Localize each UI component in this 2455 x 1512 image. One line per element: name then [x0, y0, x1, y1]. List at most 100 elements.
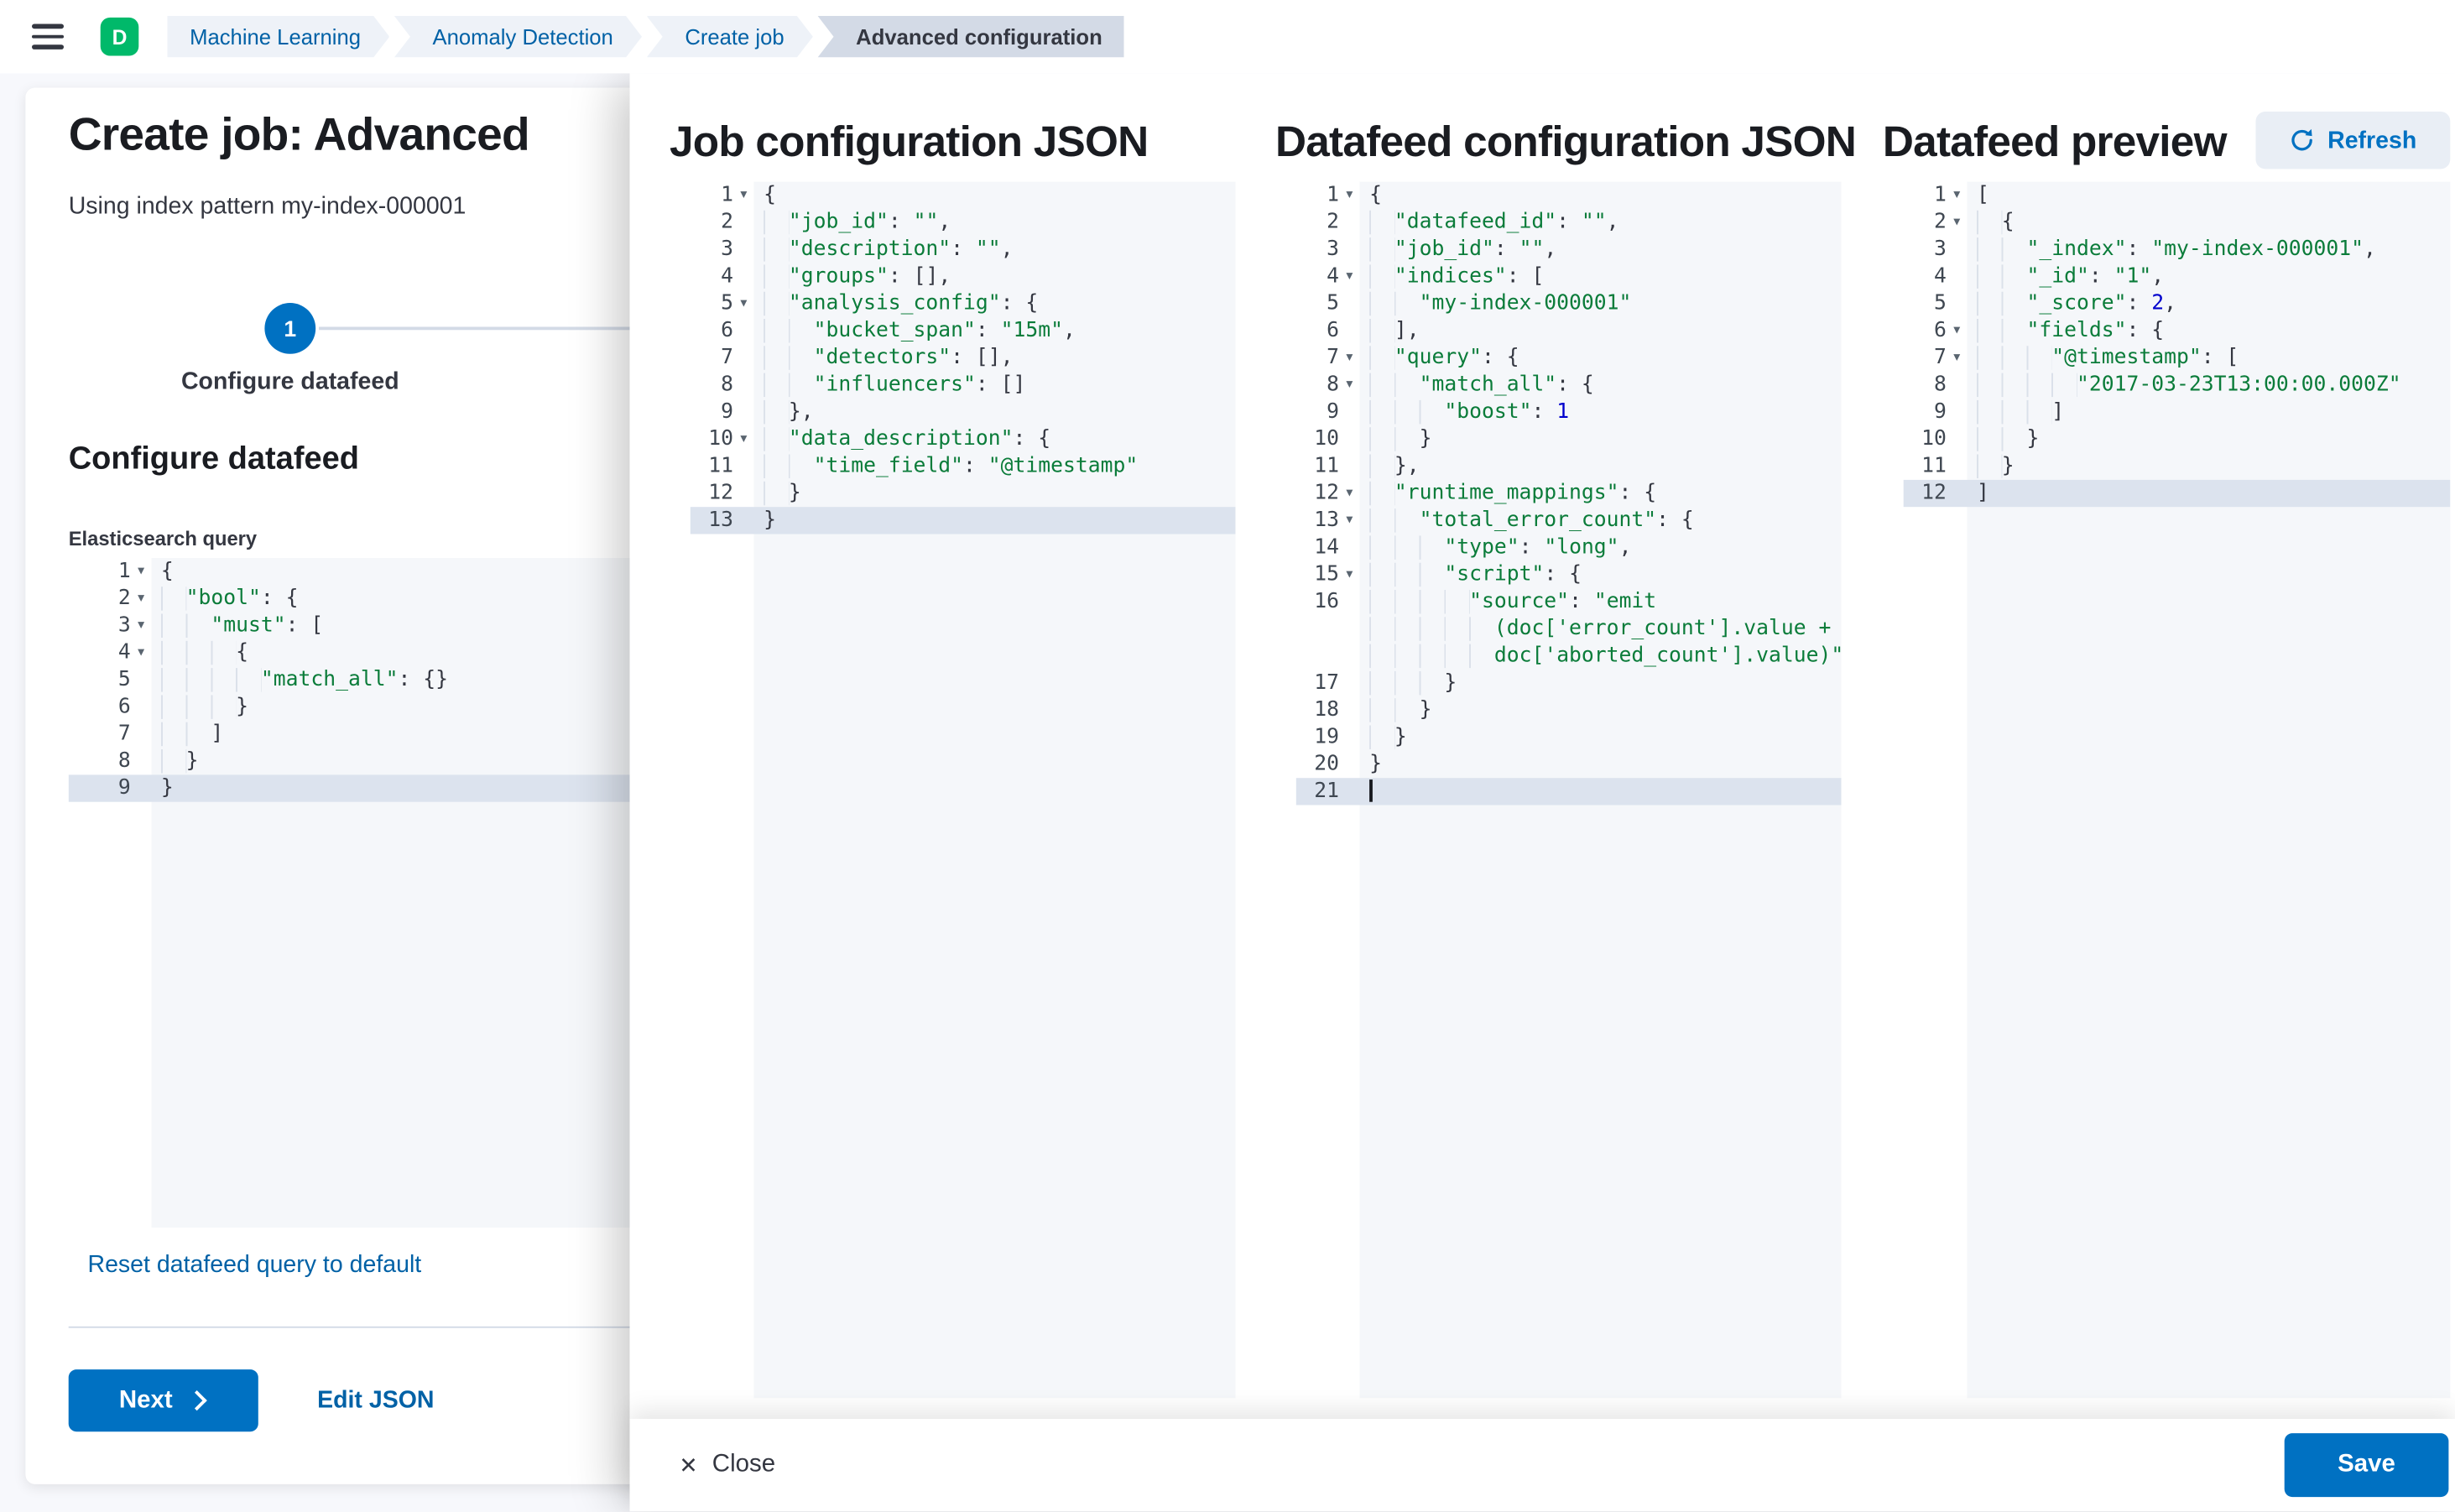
breadcrumb-item[interactable]: Create job [647, 16, 813, 57]
line-number: 4 [721, 263, 733, 290]
code-fold-icon[interactable]: ▼ [1339, 480, 1360, 507]
line-number: 20 [1314, 751, 1339, 778]
code-fold-icon[interactable]: ▼ [131, 613, 152, 639]
code-text: "_id": "1", [1968, 263, 2451, 290]
code-fold-icon[interactable]: ▼ [733, 290, 754, 317]
code-text: "source": "emit [1360, 588, 1842, 615]
code-line: 12▼ "runtime_mappings": { [1296, 480, 1842, 507]
preview-title: Datafeed preview [1883, 118, 2227, 168]
code-fold-icon[interactable]: ▼ [1339, 372, 1360, 399]
code-text: "job_id": "", [1360, 236, 1842, 263]
code-text: { [152, 639, 675, 666]
code-line: 8 "influencers": [] [691, 372, 1236, 399]
code-line: 11 } [1904, 453, 2451, 480]
code-fold-icon[interactable]: ▼ [733, 425, 754, 452]
line-number: 2 [118, 585, 131, 612]
code-line: 2 "job_id": "", [691, 209, 1236, 236]
code-line: 16 "source": "emit [1296, 588, 1842, 615]
code-fold-icon[interactable]: ▼ [1339, 182, 1360, 209]
code-text: ] [1968, 399, 2451, 425]
datafeed-config-editor[interactable]: 1▼{2 "datafeed_id": "",3 "job_id": "",4▼… [1296, 182, 1842, 1399]
menu-icon[interactable] [32, 24, 64, 49]
line-number: 18 [1314, 696, 1339, 723]
code-line: 2▼ { [1904, 209, 2451, 236]
line-number: 6 [1327, 317, 1339, 344]
code-text: { [152, 558, 675, 585]
code-fold-icon[interactable]: ▼ [1947, 209, 1968, 236]
close-button-label: Close [712, 1451, 775, 1479]
code-text: "datafeed_id": "", [1360, 209, 1842, 236]
line-number: 7 [118, 721, 131, 748]
step-number-badge[interactable]: 1 [264, 303, 315, 354]
code-text: } [1360, 670, 1842, 696]
job-config-editor[interactable]: 1▼{2 "job_id": "",3 "description": "",4 … [691, 182, 1236, 1399]
line-number: 12 [1921, 480, 1947, 507]
code-text: "data_description": { [754, 425, 1236, 452]
code-fold-icon[interactable]: ▼ [1947, 344, 1968, 371]
code-line: 4▼ { [69, 639, 675, 666]
line-number: 6 [721, 317, 733, 344]
code-line: 13} [691, 507, 1236, 534]
code-line: 17 } [1296, 670, 1842, 696]
breadcrumb-item[interactable]: Machine Learning [168, 16, 390, 57]
space-avatar[interactable]: D [101, 18, 139, 56]
line-number: 9 [721, 399, 733, 425]
close-icon: ✕ [679, 1454, 697, 1477]
code-line: 2▼ "bool": { [69, 585, 675, 612]
code-text: "time_field": "@timestamp" [754, 453, 1236, 480]
line-number: 3 [1934, 236, 1947, 263]
code-line: 8 } [69, 748, 675, 774]
step-label: Configure datafeed [131, 368, 450, 395]
code-text: "influencers": [] [754, 372, 1236, 399]
code-fold-icon[interactable]: ▼ [1947, 317, 1968, 344]
header-bar: D Machine LearningAnomaly DetectionCreat… [0, 0, 2455, 73]
datafeed-json-title: Datafeed configuration JSON [1275, 118, 1856, 168]
code-line: 10 } [1904, 425, 2451, 452]
reset-query-link[interactable]: Reset datafeed query to default [88, 1252, 422, 1279]
breadcrumb-item[interactable]: Anomaly Detection [394, 16, 642, 57]
code-line: 10 } [1296, 425, 1842, 452]
es-query-editor[interactable]: 1▼{2▼ "bool": {3▼ "must": [4▼ {5 "match_… [69, 558, 675, 1228]
code-text: "detectors": [], [754, 344, 1236, 371]
code-fold-icon[interactable]: ▼ [1339, 344, 1360, 371]
datafeed-preview-editor[interactable]: 1▼[2▼ {3 "_index": "my-index-000001",4 "… [1904, 182, 2451, 1399]
line-number: 13 [1314, 507, 1339, 534]
edit-json-button[interactable]: Edit JSON [317, 1369, 434, 1431]
line-number: 12 [1314, 480, 1339, 507]
code-fold-icon[interactable]: ▼ [1339, 263, 1360, 290]
code-line: 1▼{ [1296, 182, 1842, 209]
code-line: 14 "type": "long", [1296, 534, 1842, 561]
code-text: "type": "long", [1360, 534, 1842, 561]
code-fold-icon[interactable]: ▼ [733, 182, 754, 209]
close-button[interactable]: ✕ Close [670, 1449, 785, 1481]
code-fold-icon[interactable]: ▼ [1947, 182, 1968, 209]
refresh-button[interactable]: Refresh [2256, 112, 2451, 169]
code-fold-icon[interactable]: ▼ [131, 558, 152, 585]
code-text: ], [1360, 317, 1842, 344]
code-line: 2 "datafeed_id": "", [1296, 209, 1842, 236]
code-line: 7 ] [69, 721, 675, 748]
code-fold-icon[interactable]: ▼ [131, 639, 152, 666]
line-number: 10 [1921, 425, 1947, 452]
code-text: }, [1360, 453, 1842, 480]
code-text: (doc['error_count'].value + [1360, 615, 1842, 642]
line-number: 7 [1327, 344, 1339, 371]
code-fold-icon[interactable]: ▼ [131, 585, 152, 612]
code-text: doc['aborted_count'].value)" [1360, 643, 1842, 670]
code-line: 9 }, [691, 399, 1236, 425]
chevron-right-icon [187, 1390, 207, 1410]
code-line: 7 "detectors": [], [691, 344, 1236, 371]
save-button[interactable]: Save [2285, 1433, 2449, 1497]
code-text: "fields": { [1968, 317, 2451, 344]
code-fold-icon[interactable]: ▼ [1339, 561, 1360, 588]
code-text: "analysis_config": { [754, 290, 1236, 317]
code-text: "match_all": { [1360, 372, 1842, 399]
line-number: 6 [1934, 317, 1947, 344]
code-line: doc['aborted_count'].value)" [1296, 643, 1842, 670]
code-text: "query": { [1360, 344, 1842, 371]
line-number: 14 [1314, 534, 1339, 561]
code-fold-icon[interactable]: ▼ [1339, 507, 1360, 534]
next-button[interactable]: Next [69, 1369, 258, 1431]
code-text: "indices": [ [1360, 263, 1842, 290]
code-line: (doc['error_count'].value + [1296, 615, 1842, 642]
